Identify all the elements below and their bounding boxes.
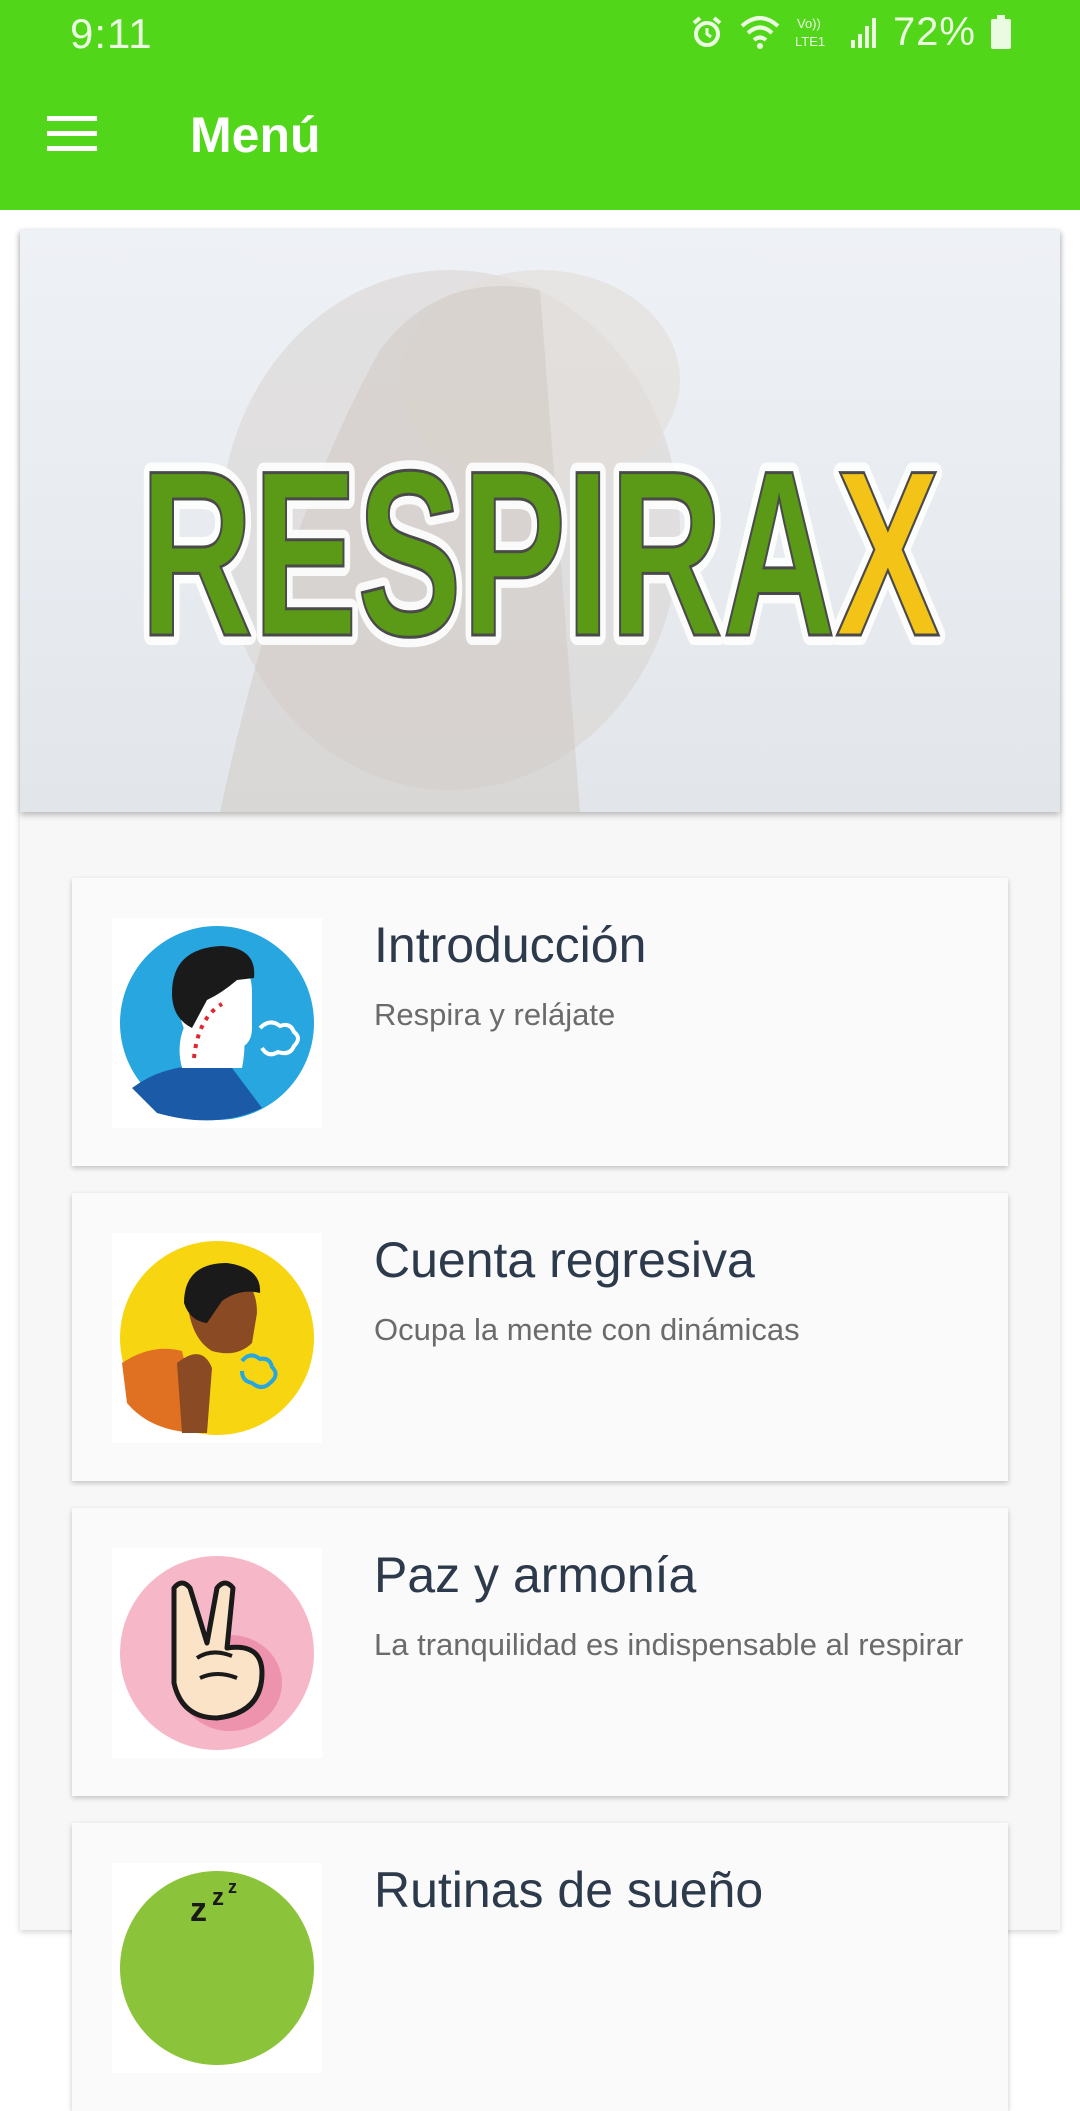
menu-item-title: Introducción	[374, 917, 647, 973]
hamburger-menu-button[interactable]	[40, 104, 106, 164]
menu-item-title: Rutinas de sueño	[374, 1862, 764, 1918]
svg-text:z: z	[228, 1877, 237, 1897]
card-thumbnail	[112, 1548, 322, 1758]
svg-text:z: z	[190, 1891, 207, 1929]
menu-item-subtitle: Respira y relájate	[374, 997, 616, 1032]
page-title: Menú	[190, 107, 321, 163]
menu-item-cuenta-regresiva[interactable]: Cuenta regresiva Ocupa la mente con diná…	[72, 1193, 1008, 1481]
menu-item-rutinas-de-sueno[interactable]: z z z Rutinas de sueño	[72, 1823, 1008, 2111]
menu-item-title: Cuenta regresiva	[374, 1232, 755, 1288]
menu-item-subtitle: Ocupa la mente con dinámicas	[374, 1312, 800, 1347]
menu-panel: RESPIRAX RESPIRAX	[20, 230, 1060, 2111]
battery-percentage: 72%	[892, 9, 976, 54]
status-icons: Vo)) LTE1 72%	[689, 8, 1012, 56]
sleep-icon: z z z	[120, 1871, 314, 2065]
person-breathing-icon	[120, 1241, 314, 1435]
menu-item-paz-y-armonia[interactable]: Paz y armonía La tranquilidad es indispe…	[72, 1508, 1008, 1796]
battery-icon	[990, 14, 1012, 50]
hamburger-menu-icon	[47, 116, 97, 151]
status-bar: 9:11 Vo)) LTE1 72%	[0, 0, 1080, 64]
content-area[interactable]: RESPIRAX RESPIRAX	[0, 210, 1080, 2111]
card-thumbnail	[112, 918, 322, 1128]
menu-item-title: Paz y armonía	[374, 1547, 697, 1603]
status-time: 9:11	[70, 10, 153, 57]
svg-text:Vo)): Vo))	[797, 16, 821, 31]
card-thumbnail	[112, 1233, 322, 1443]
signal-icon	[849, 14, 879, 50]
svg-text:LTE1: LTE1	[795, 34, 825, 49]
svg-text:z: z	[212, 1884, 224, 1911]
person-exhaling-icon	[120, 926, 314, 1121]
alarm-icon	[689, 14, 725, 50]
app-bar: Menú	[0, 64, 1080, 210]
menu-item-introduccion[interactable]: Introducción Respira y relájate	[72, 878, 1008, 1166]
volte-icon: Vo)) LTE1	[795, 14, 835, 50]
peace-hand-icon	[120, 1556, 314, 1750]
wifi-icon	[739, 14, 781, 50]
menu-item-subtitle: La tranquilidad es indispensable al resp…	[374, 1627, 964, 1662]
svg-text:RESPIRAX: RESPIRAX	[140, 422, 940, 686]
card-thumbnail: z z z	[112, 1863, 322, 2073]
banner-image: RESPIRAX RESPIRAX	[20, 230, 1060, 812]
